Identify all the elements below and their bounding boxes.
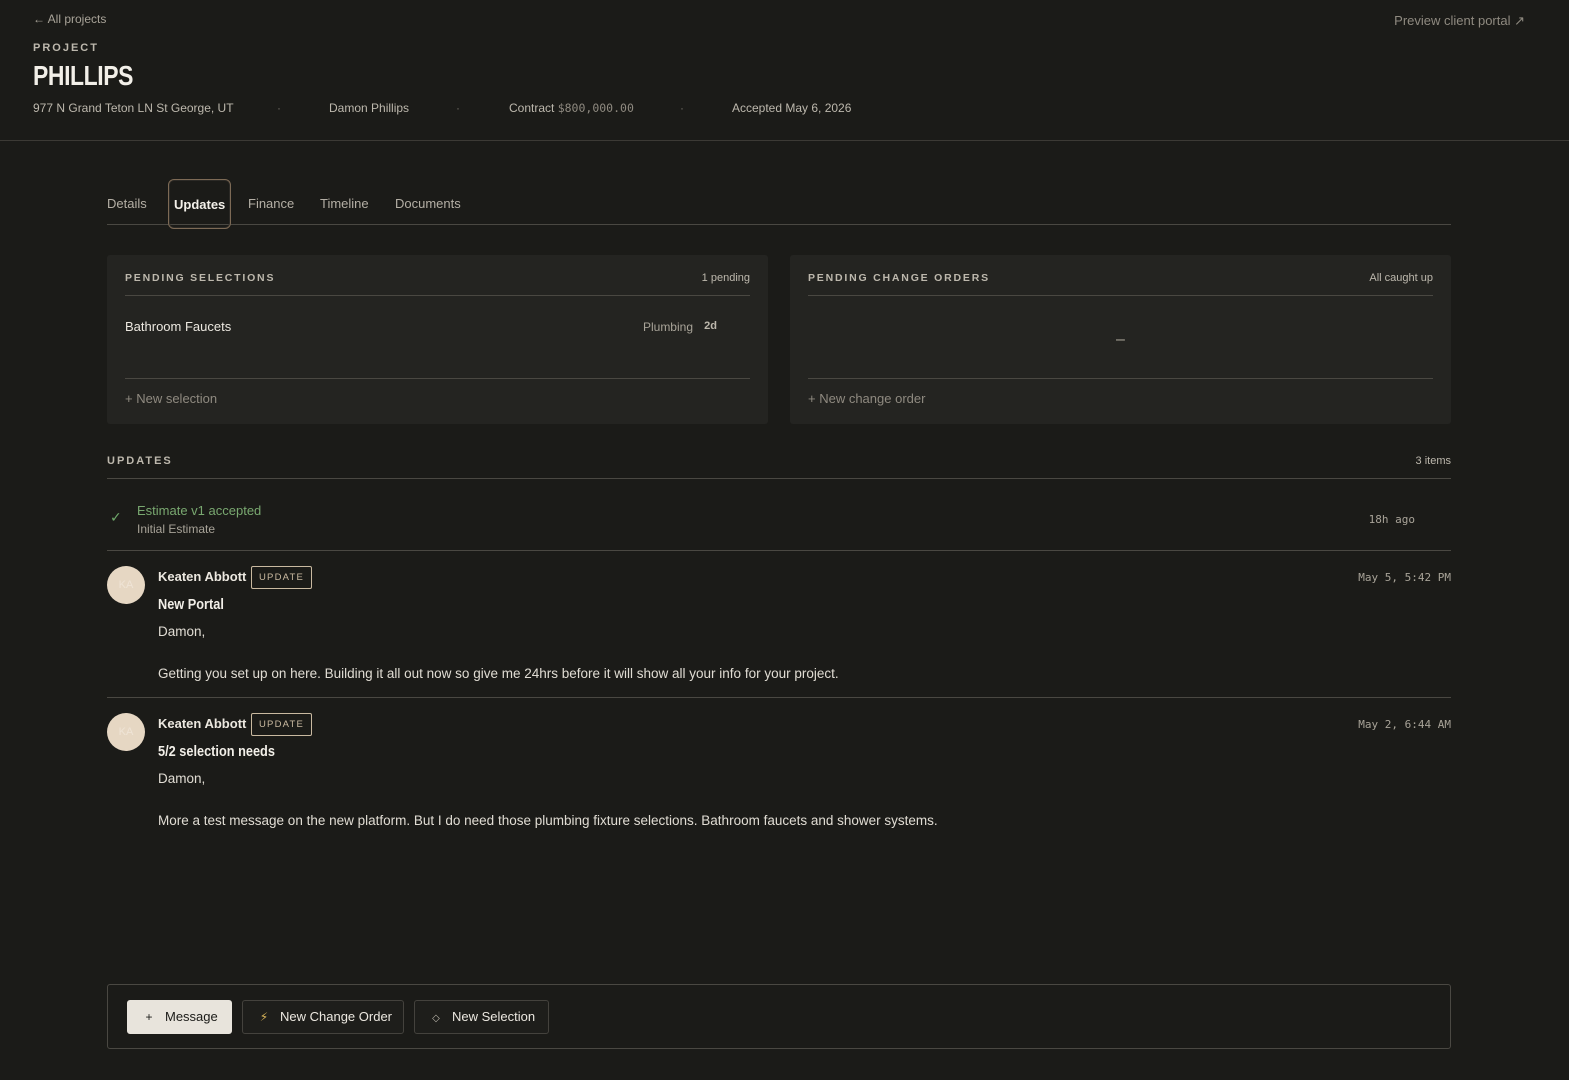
post-time: May 2, 6:44 AM: [1358, 718, 1451, 731]
tab-finance[interactable]: Finance: [248, 179, 294, 229]
meta-separator: ·: [456, 101, 460, 115]
updates-section-header: UPDATES 3 items: [107, 448, 1451, 479]
tab-documents[interactable]: Documents: [395, 179, 461, 229]
selection-list: Bathroom Faucets Plumbing 2d: [125, 296, 750, 379]
change-order-list: –: [808, 296, 1433, 379]
post-title: 5/2 selection needs: [158, 743, 275, 760]
client-name: Damon Phillips: [329, 101, 410, 115]
tab-details[interactable]: Details: [107, 179, 147, 229]
page-eyebrow: PROJECT: [33, 42, 99, 54]
tab-updates[interactable]: Updates: [168, 179, 232, 229]
post-greeting: Damon,: [158, 624, 206, 639]
post-body: Damon, Getting you set up on here. Build…: [158, 621, 839, 684]
post-author: Keaten Abbott: [158, 716, 247, 731]
card-title: PENDING SELECTIONS: [125, 272, 276, 284]
event-subtitle: Initial Estimate: [137, 522, 216, 536]
avatar: KA: [107, 566, 145, 604]
post-time: May 5, 5:42 PM: [1358, 571, 1451, 584]
pending-count: 1 pending: [701, 272, 750, 284]
accepted-date: Accepted May 6, 2026: [732, 101, 852, 115]
new-change-order-button[interactable]: ⚡ New Change Order: [242, 1000, 404, 1034]
tab-timeline[interactable]: Timeline: [320, 179, 369, 229]
post-message: Getting you set up on here. Building it …: [158, 666, 839, 681]
message-button[interactable]: + Message: [127, 1000, 232, 1034]
meta-separator: ·: [277, 101, 281, 115]
contract-label: Contract: [509, 101, 555, 115]
pending-change-orders-card: PENDING CHANGE ORDERS All caught up – + …: [790, 255, 1451, 424]
update-post: KA Keaten Abbott UPDATE May 5, 5:42 PM N…: [107, 566, 1451, 698]
plus-icon: +: [145, 1010, 153, 1024]
post-message: More a test message on the new platform.…: [158, 813, 938, 828]
post-greeting: Damon,: [158, 771, 206, 786]
new-selection-link[interactable]: + New selection: [125, 391, 217, 406]
contract-info: Contract $800,000.00: [509, 101, 634, 115]
activity-event[interactable]: ✓ Estimate v1 accepted Initial Estimate …: [107, 479, 1451, 551]
new-change-order-link[interactable]: + New change order: [808, 391, 925, 406]
selection-age: 2d: [704, 320, 717, 332]
project-tabs: Details Updates Finance Timeline Documen…: [107, 179, 1451, 229]
selection-category: Plumbing: [642, 320, 693, 334]
all-projects-link[interactable]: ← All projects: [33, 12, 106, 26]
card-title: PENDING CHANGE ORDERS: [808, 272, 990, 284]
empty-placeholder: –: [1116, 331, 1125, 348]
diamond-icon: ◇: [432, 1013, 440, 1024]
project-address: 977 N Grand Teton LN St George, UT: [33, 101, 234, 115]
selection-name: Bathroom Faucets: [125, 319, 232, 334]
button-label: New Selection: [452, 1009, 536, 1024]
new-selection-button[interactable]: ◇ New Selection: [414, 1000, 549, 1034]
post-title: New Portal: [158, 596, 224, 613]
bolt-icon: ⚡: [259, 1010, 269, 1024]
check-icon: ✓: [110, 509, 122, 525]
update-post: KA Keaten Abbott UPDATE May 2, 6:44 AM 5…: [107, 713, 1451, 845]
post-body: Damon, More a test message on the new pl…: [158, 768, 938, 831]
meta-separator: ·: [680, 101, 684, 115]
pending-selections-card: PENDING SELECTIONS 1 pending Bathroom Fa…: [107, 255, 768, 424]
post-author: Keaten Abbott: [158, 569, 247, 584]
post-type-badge: UPDATE: [251, 713, 313, 736]
button-label: New Change Order: [280, 1009, 392, 1024]
contract-value: $800,000.00: [557, 101, 634, 115]
button-label: Message: [165, 1009, 218, 1024]
avatar: KA: [107, 713, 145, 751]
post-type-badge: UPDATE: [251, 566, 313, 589]
preview-client-portal-link[interactable]: Preview client portal ↗: [1394, 13, 1525, 29]
updates-count: 3 items: [1415, 455, 1451, 467]
page-title: PHILLIPS: [33, 60, 134, 91]
project-header: ← All projects Preview client portal ↗ P…: [0, 0, 1569, 141]
event-title: Estimate v1 accepted: [137, 503, 262, 518]
change-order-status: All caught up: [1369, 272, 1433, 284]
action-bar: + Message ⚡ New Change Order ◇ New Selectio…: [107, 984, 1451, 1049]
event-time: 18h ago: [1368, 513, 1415, 526]
updates-title: UPDATES: [107, 455, 173, 467]
